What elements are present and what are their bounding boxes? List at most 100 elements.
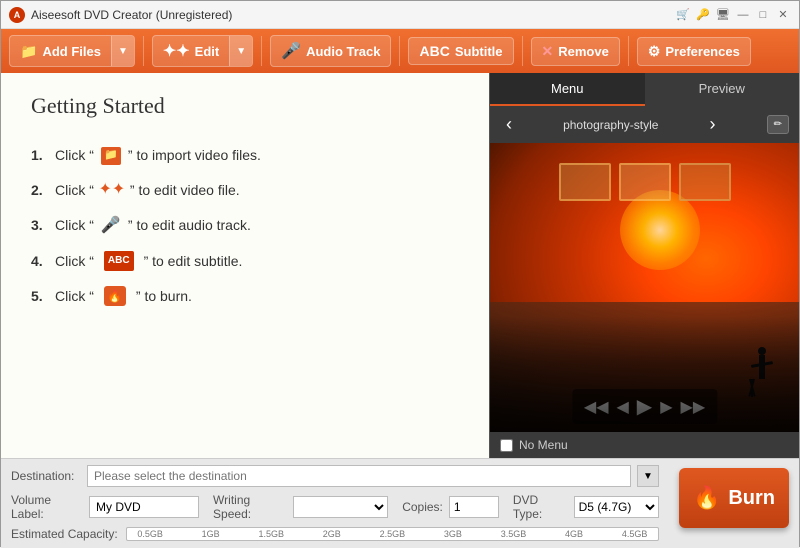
maximize-button[interactable]: □: [755, 7, 771, 23]
destination-input[interactable]: [87, 465, 631, 487]
step-1: 1. Click “ 📁 ” to import video files.: [31, 139, 459, 172]
step-2-post: ” to edit video file.: [130, 178, 240, 203]
cap-marker-0: 0.5GB: [137, 529, 163, 539]
step-2-icon-box: ✦✦: [101, 182, 123, 200]
step-4-pre: Click “: [55, 249, 94, 274]
preferences-button[interactable]: ⚙ Preferences: [637, 37, 751, 66]
capacity-row: Estimated Capacity: 0.5GB 1GB 1.5GB 2GB …: [11, 527, 659, 541]
main-area: Getting Started 1. Click “ 📁 ” to import…: [1, 73, 799, 458]
capacity-markers: 0.5GB 1GB 1.5GB 2GB 2.5GB 3GB 3.5GB 4GB …: [127, 528, 658, 540]
add-files-dropdown-arrow[interactable]: ▼: [111, 36, 134, 66]
step-4-post: ” to edit subtitle.: [144, 249, 243, 274]
no-menu-checkbox[interactable]: [500, 439, 513, 452]
volume-input[interactable]: [89, 496, 199, 518]
window-controls: 🛒 🔑 🖥 — □ ✕: [675, 7, 791, 23]
no-menu-label: No Menu: [519, 438, 568, 452]
audio-track-button[interactable]: 🎤 Audio Track: [270, 35, 391, 67]
burn-flame-icon: 🔥: [693, 485, 720, 511]
step-4-icon-box: ABC: [101, 251, 137, 271]
edit-label: Edit: [195, 44, 220, 59]
tab-menu[interactable]: Menu: [490, 73, 645, 106]
edit-button[interactable]: ✦✦ Edit: [153, 36, 229, 66]
writing-speed-label: Writing Speed:: [213, 493, 287, 521]
remove-label: Remove: [558, 44, 609, 59]
next-style-button[interactable]: ›: [704, 112, 722, 137]
step-2-pre: Click “: [55, 178, 94, 203]
volume-label: Volume Label:: [11, 493, 83, 521]
step-2-num: 2.: [31, 178, 51, 203]
close-button[interactable]: ✕: [775, 7, 791, 23]
destination-browse-button[interactable]: ▼: [637, 465, 659, 487]
cap-marker-8: 4.5GB: [622, 529, 648, 539]
step-list: 1. Click “ 📁 ” to import video files. 2.…: [31, 139, 459, 313]
bottom-content: Destination: ▼ Volume Label: Writing Spe…: [11, 465, 659, 541]
edit-dropdown-arrow[interactable]: ▼: [229, 36, 252, 66]
step-5-post: ” to burn.: [136, 284, 192, 309]
edit-subtitle-icon: ABC: [104, 251, 134, 271]
cart-icon[interactable]: 🛒: [675, 7, 691, 23]
preferences-label: Preferences: [665, 44, 739, 59]
cap-marker-5: 3GB: [444, 529, 462, 539]
getting-started-panel: Getting Started 1. Click “ 📁 ” to import…: [1, 73, 489, 458]
cap-marker-4: 2.5GB: [380, 529, 406, 539]
preferences-icon: ⚙: [648, 43, 661, 60]
remove-icon: ✕: [542, 43, 554, 60]
writing-speed-select[interactable]: [293, 496, 388, 518]
toolbar-separator-4: [522, 36, 523, 66]
remove-button[interactable]: ✕ Remove: [531, 37, 620, 66]
tab-bar: Menu Preview: [490, 73, 799, 106]
dvd-type-label: DVD Type:: [513, 493, 568, 521]
subtitle-label: Subtitle: [455, 44, 503, 59]
thumbnail-3: [679, 163, 731, 201]
burn-icon: 🔥: [104, 286, 126, 306]
right-panel: Menu Preview ‹ photography-style › ✏: [489, 73, 799, 458]
toolbar-separator-5: [628, 36, 629, 66]
step-3-num: 3.: [31, 213, 51, 238]
add-files-icon: 📁: [20, 43, 37, 60]
preview-image-area: ◀◀ ◀ ▶ ▶ ▶▶: [490, 143, 799, 432]
app-title: Aiseesoft DVD Creator (Unregistered): [31, 8, 675, 22]
no-menu-row: No Menu: [490, 432, 799, 458]
toolbar-separator-1: [143, 36, 144, 66]
monitor-icon[interactable]: 🖥: [715, 7, 731, 23]
style-name-label: photography-style: [563, 118, 658, 132]
step-5-pre: Click “: [55, 284, 94, 309]
prev-style-button[interactable]: ‹: [500, 112, 518, 137]
subtitle-button[interactable]: ABC Subtitle: [408, 37, 513, 65]
edit-style-button[interactable]: ✏: [767, 115, 789, 134]
minimize-button[interactable]: —: [735, 7, 751, 23]
cap-marker-2: 1.5GB: [258, 529, 284, 539]
cap-marker-1: 1GB: [202, 529, 220, 539]
step-3-icon-box: 🎤: [101, 217, 121, 235]
step-5-num: 5.: [31, 284, 51, 309]
cap-marker-3: 2GB: [323, 529, 341, 539]
step-4: 4. Click “ ABC ” to edit subtitle.: [31, 245, 459, 278]
burn-button[interactable]: 🔥 Burn: [679, 468, 789, 528]
step-5: 5. Click “ 🔥 ” to burn.: [31, 280, 459, 313]
add-files-button[interactable]: 📁 Add Files: [10, 36, 111, 66]
getting-started-heading: Getting Started: [31, 93, 459, 119]
dvd-type-select[interactable]: D5 (4.7G): [574, 496, 659, 518]
edit-style-icon: ✏: [774, 119, 782, 130]
step-1-post: ” to import video files.: [128, 143, 261, 168]
estimated-capacity-label: Estimated Capacity:: [11, 527, 118, 541]
capacity-bar: 0.5GB 1GB 1.5GB 2GB 2.5GB 3GB 3.5GB 4GB …: [126, 527, 659, 541]
photo-thumbnails: [559, 163, 731, 201]
import-video-icon: 📁: [101, 147, 121, 165]
destination-row: Destination: ▼: [11, 465, 659, 487]
step-1-icon-box: 📁: [101, 147, 121, 165]
burn-button-label: Burn: [728, 487, 775, 510]
tab-preview[interactable]: Preview: [645, 73, 800, 106]
add-files-label: Add Files: [42, 44, 101, 59]
step-3: 3. Click “ 🎤 ” to edit audio track.: [31, 209, 459, 242]
step-3-pre: Click “: [55, 213, 94, 238]
toolbar-separator-3: [399, 36, 400, 66]
app-icon: A: [9, 7, 25, 23]
key-icon[interactable]: 🔑: [695, 7, 711, 23]
cap-marker-7: 4GB: [565, 529, 583, 539]
copies-input[interactable]: [449, 496, 499, 518]
step-4-num: 4.: [31, 249, 51, 274]
audio-track-icon: 🎤: [281, 41, 301, 61]
step-5-icon-box: 🔥: [101, 286, 129, 306]
copies-label: Copies:: [402, 500, 443, 514]
